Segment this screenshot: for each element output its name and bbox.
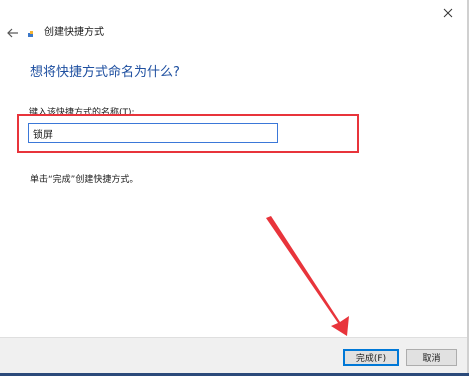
finish-instruction: 单击“完成”创建快捷方式。 [30,175,139,185]
back-arrow-icon [7,28,18,38]
close-button[interactable] [435,2,461,24]
finish-button[interactable]: 完成(F) [343,349,399,366]
annotation-arrow-shape [266,216,349,336]
close-icon [443,8,453,18]
shortcut-wizard-icon [28,31,33,37]
page-heading: 想将快捷方式命名为什么? [30,65,180,80]
annotation-arrow [266,216,349,336]
wizard-title: 创建快捷方式 [44,27,104,38]
cancel-button[interactable]: 取消 [406,349,457,366]
highlight-annotation-box [17,114,359,153]
back-button[interactable] [4,24,22,42]
create-shortcut-dialog: 创建快捷方式 想将快捷方式命名为什么? 键入该快捷方式的名称(T): 单击“完成… [0,0,469,376]
